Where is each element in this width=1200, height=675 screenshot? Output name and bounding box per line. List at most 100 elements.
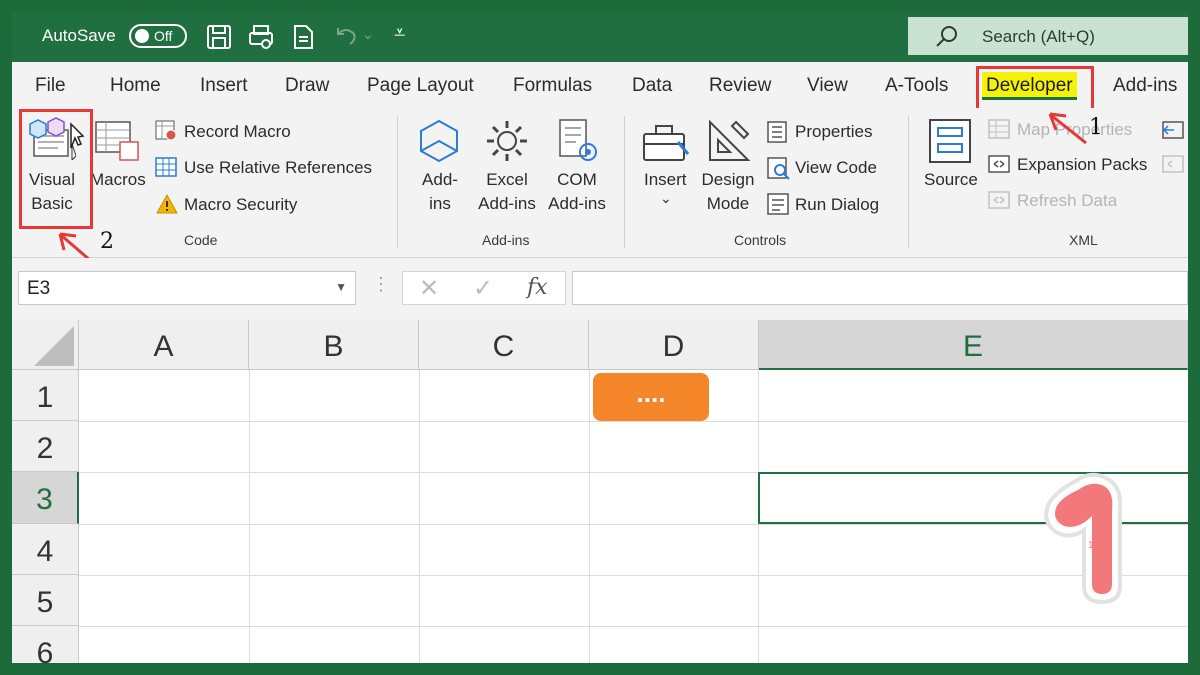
enter-icon[interactable]: ✓ xyxy=(473,274,493,303)
toolbox-icon xyxy=(643,125,690,161)
use-relative-references-label: Use Relative References xyxy=(184,158,373,177)
undo-dropdown-icon[interactable]: ⌄ xyxy=(362,26,374,43)
ribbon-separator xyxy=(624,116,625,248)
tab-view[interactable]: View xyxy=(807,75,848,97)
step-number-badge: 1 xyxy=(1044,472,1123,605)
title-bar: AutoSave Off ⌄ ⩡ Search (Alt+Q) xyxy=(12,12,1188,62)
tab-review[interactable]: Review xyxy=(709,75,771,97)
undo-icon[interactable] xyxy=(330,22,360,52)
properties-icon xyxy=(767,121,787,143)
ribbon-separator xyxy=(397,116,398,248)
document-icon[interactable] xyxy=(288,22,318,52)
expansion-packs-label: Expansion Packs xyxy=(1017,155,1148,174)
column-header-b[interactable]: B xyxy=(249,320,419,370)
name-box-value: E3 xyxy=(27,278,51,299)
view-code-label: View Code xyxy=(795,158,877,177)
annotation-step-1: 1 xyxy=(1089,115,1103,140)
row-header-6[interactable]: 6 xyxy=(12,626,79,663)
view-code-icon xyxy=(767,157,790,180)
save-icon[interactable] xyxy=(204,22,234,52)
toggle-knob xyxy=(135,29,149,43)
column-header-c[interactable]: C xyxy=(419,320,589,370)
name-box[interactable]: E3 ▼ xyxy=(18,271,356,305)
com-addins-label: COM Add-ins xyxy=(548,170,606,213)
print-preview-icon[interactable] xyxy=(246,22,276,52)
column-header-d[interactable]: D xyxy=(589,320,759,370)
insert-function-icon[interactable]: fx xyxy=(527,275,548,300)
worksheet-grid: A B C D E 1 2 3 4 5 6 .... xyxy=(12,320,1188,663)
macro-security-label: Macro Security xyxy=(184,195,298,214)
export-icon[interactable] xyxy=(1162,153,1186,175)
macros-label: Macros xyxy=(90,170,146,189)
formula-buttons: ✕ ✓ fx xyxy=(402,271,566,305)
mouse-cursor-icon xyxy=(70,122,85,149)
search-placeholder: Search (Alt+Q) xyxy=(982,27,1095,46)
row-header-4[interactable]: 4 xyxy=(12,524,79,575)
gridline xyxy=(249,370,250,663)
run-dialog-icon xyxy=(767,193,789,215)
warning-icon xyxy=(156,193,178,214)
tab-formulas[interactable]: Formulas xyxy=(513,75,592,97)
expansion-packs-icon xyxy=(988,155,1010,173)
tab-insert[interactable]: Insert xyxy=(200,75,248,97)
addins-icon xyxy=(420,119,458,163)
more-icon: ⋮ xyxy=(372,274,390,294)
map-properties-label: Map Properties xyxy=(1017,120,1133,139)
design-mode-icon xyxy=(709,119,751,161)
source-icon xyxy=(929,119,971,163)
select-all-icon xyxy=(34,326,74,366)
autosave-state: Off xyxy=(154,28,173,44)
code-group-label: Code xyxy=(184,232,218,248)
source-label: Source xyxy=(924,170,978,189)
column-header-e[interactable]: E xyxy=(759,320,1188,370)
badge-number: 1 xyxy=(1088,540,1094,551)
name-box-dropdown-icon[interactable]: ▼ xyxy=(335,280,347,294)
run-dialog-label: Run Dialog xyxy=(795,195,880,214)
gridline xyxy=(79,575,1188,576)
xml-group-label: XML xyxy=(1069,232,1098,248)
row-header-3[interactable]: 3 xyxy=(12,472,79,524)
addins-group-label: Add-ins xyxy=(482,232,530,248)
gear-icon xyxy=(487,121,527,161)
map-properties-icon xyxy=(988,119,1010,139)
tab-add-ins[interactable]: Add-ins xyxy=(1113,75,1177,97)
tab-home[interactable]: Home xyxy=(110,75,161,97)
refresh-data-label: Refresh Data xyxy=(1017,191,1118,210)
tab-a-tools[interactable]: A-Tools xyxy=(885,75,948,97)
tab-draw[interactable]: Draw xyxy=(285,75,329,97)
import-icon[interactable] xyxy=(1162,119,1186,141)
controls-group-label: Controls xyxy=(734,232,787,248)
com-addins-icon xyxy=(559,119,597,161)
gridline xyxy=(79,626,1188,627)
row-header-2[interactable]: 2 xyxy=(12,421,79,472)
customize-toolbar-icon[interactable]: ⩡ xyxy=(394,22,405,45)
orange-more-button[interactable]: .... xyxy=(593,373,709,421)
gridline xyxy=(419,370,420,663)
row-header-5[interactable]: 5 xyxy=(12,575,79,626)
refresh-data-icon xyxy=(988,191,1010,209)
insert-dropdown-icon: ⌄ xyxy=(660,190,672,206)
tab-file[interactable]: File xyxy=(35,75,66,97)
row-header-1[interactable]: 1 xyxy=(12,370,79,421)
tab-data[interactable]: Data xyxy=(632,75,672,97)
select-all-corner[interactable] xyxy=(12,320,79,370)
macros-icon xyxy=(95,121,139,161)
formula-bar: E3 ▼ ⋮ ✕ ✓ fx xyxy=(12,258,1188,320)
cancel-icon[interactable]: ✕ xyxy=(419,274,439,303)
ribbon-separator xyxy=(908,116,909,248)
search-box[interactable]: Search (Alt+Q) xyxy=(908,17,1188,55)
formula-input[interactable] xyxy=(572,271,1188,305)
annotation-step-2: 2 xyxy=(100,229,114,254)
record-macro-label: Record Macro xyxy=(184,122,291,141)
properties-label: Properties xyxy=(795,122,873,141)
tab-page-layout[interactable]: Page Layout xyxy=(367,75,474,97)
gridline xyxy=(589,370,590,663)
autosave-label: AutoSave xyxy=(42,26,116,45)
autosave-toggle[interactable]: Off xyxy=(129,24,187,48)
gridline xyxy=(79,421,1188,422)
design-mode-label: Design Mode xyxy=(701,170,755,213)
relative-references-icon xyxy=(155,157,177,177)
excel-addins-label: Excel Add-ins xyxy=(478,170,536,213)
column-header-a[interactable]: A xyxy=(79,320,249,370)
insert-controls-label: Insert xyxy=(644,170,687,189)
